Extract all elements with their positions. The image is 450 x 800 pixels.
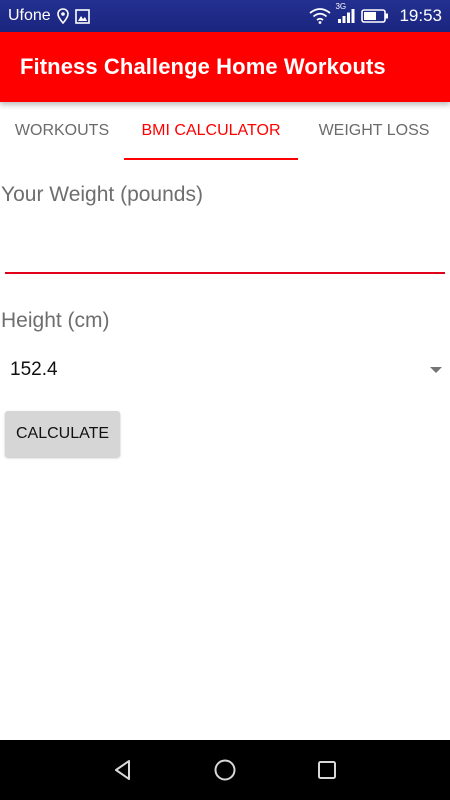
carrier-name: Ufone: [8, 7, 51, 24]
active-tab-indicator: [124, 158, 298, 160]
calculate-button[interactable]: CALCULATE: [5, 411, 120, 457]
app-bar: Fitness Challenge Home Workouts: [0, 32, 450, 102]
height-selected-value: 152.4: [10, 359, 58, 380]
status-time: 19:53: [399, 6, 442, 25]
height-dropdown[interactable]: 152.4: [0, 350, 450, 390]
height-label: Height (cm): [1, 309, 110, 332]
tab-bmi-calculator-label: BMI CALCULATOR: [141, 122, 281, 139]
tab-bar: WORKOUTS BMI CALCULATOR WEIGHT LOSS: [0, 102, 450, 160]
navigation-bar: [0, 740, 450, 800]
battery-icon: [361, 6, 389, 26]
back-icon[interactable]: [111, 758, 135, 782]
recents-icon[interactable]: [315, 758, 339, 782]
tab-bmi-calculator[interactable]: BMI CALCULATOR: [124, 102, 298, 160]
status-right: 3G 19:53: [309, 2, 442, 26]
app-title: Fitness Challenge Home Workouts: [20, 54, 386, 79]
network-type-label: 3G: [335, 2, 347, 11]
tab-workouts-label: WORKOUTS: [14, 122, 110, 139]
status-bar: Ufone 3G 19:53: [0, 0, 450, 32]
tab-weight-loss[interactable]: WEIGHT LOSS: [298, 102, 450, 160]
weight-label: Your Weight (pounds): [1, 183, 203, 206]
location-icon: [56, 6, 69, 26]
wifi-icon: [309, 6, 332, 26]
status-left: Ufone: [8, 6, 90, 26]
signal-icon: 3G: [335, 2, 355, 26]
home-icon[interactable]: [213, 758, 237, 782]
weight-input[interactable]: [5, 230, 445, 274]
tab-weight-loss-label: WEIGHT LOSS: [318, 122, 430, 139]
tab-workouts[interactable]: WORKOUTS: [0, 102, 124, 160]
image-icon: [74, 6, 90, 26]
dropdown-arrow-icon: [430, 367, 442, 373]
